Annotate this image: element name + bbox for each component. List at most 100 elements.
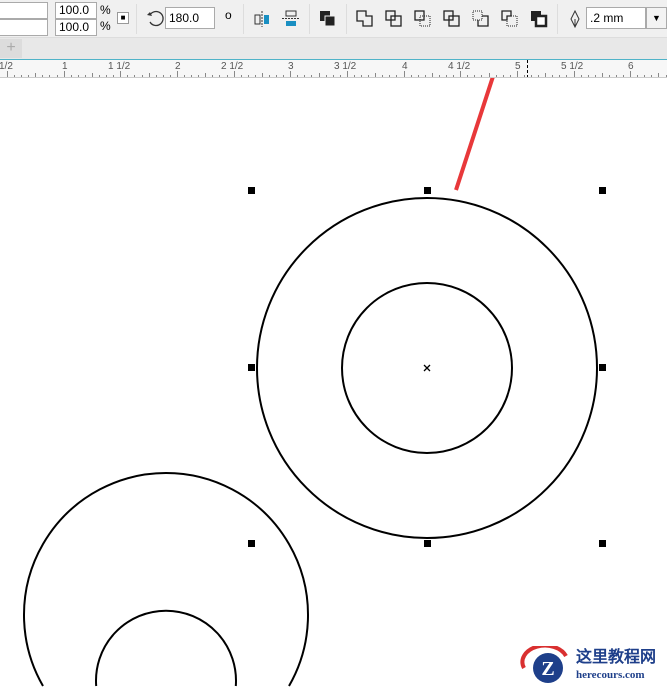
simplify-icon[interactable]: [443, 10, 461, 28]
percent-label: %: [100, 3, 111, 17]
drawing-canvas[interactable]: [0, 78, 667, 688]
ruler-tick: [247, 75, 249, 77]
ruler-tick: [424, 75, 426, 77]
ruler-tick: [120, 71, 122, 77]
selection-handles[interactable]: [248, 187, 606, 547]
add-page-icon[interactable]: +: [0, 39, 22, 58]
ruler-tick: [49, 75, 51, 77]
ruler-tick: [233, 71, 235, 77]
outline-width-input[interactable]: .2 mm: [586, 7, 646, 29]
ruler-tick: [467, 75, 469, 77]
ruler-tick: [297, 75, 299, 77]
ruler-tick: [269, 75, 270, 77]
ruler-tick: [545, 73, 547, 77]
ruler-tick: [127, 75, 129, 77]
mirror-horizontal-icon[interactable]: [253, 10, 271, 28]
ruler-label: 4 1/2: [448, 61, 471, 72]
ruler-tick: [594, 75, 596, 77]
ruler-tick: [615, 75, 617, 77]
ruler-tick: [658, 73, 660, 77]
intersect-icon[interactable]: [414, 10, 432, 28]
weld-icon[interactable]: [356, 10, 374, 28]
trim-icon[interactable]: [385, 10, 403, 28]
ruler-tick: [290, 71, 292, 77]
rotation-input[interactable]: 180.0: [165, 7, 215, 29]
ruler-tick: [474, 75, 476, 77]
ruler-tick: [311, 75, 313, 77]
ruler-tick: [283, 75, 285, 77]
ruler-label: 5 1/2: [561, 61, 584, 72]
ruler-tick: [410, 75, 412, 77]
ruler-tick: [630, 71, 632, 77]
scale-x-input[interactable]: 100.0: [55, 2, 97, 19]
cursor-marker: [527, 60, 528, 77]
percent-label: %: [100, 19, 111, 33]
front-minus-back-icon[interactable]: [472, 10, 490, 28]
ruler-tick: [21, 75, 23, 77]
ruler-tick: [191, 75, 193, 77]
ruler-tick: [502, 75, 504, 77]
ruler-tick: [113, 75, 115, 77]
boundary-icon[interactable]: [530, 10, 548, 28]
ruler-tick: [438, 75, 440, 77]
ruler-tick: [176, 71, 178, 77]
red-arrow-annotation: [454, 78, 495, 191]
ruler-tick: [566, 75, 568, 77]
width-field[interactable]: [0, 2, 48, 19]
ruler-tick: [460, 71, 462, 77]
ruler-tick: [56, 75, 58, 77]
ruler-tick: [601, 73, 603, 77]
ruler-tick: [353, 75, 355, 77]
ruler-tick: [396, 75, 398, 77]
center-marker-icon: [423, 364, 431, 372]
watermark: Z 这里教程网 herecours.com: [518, 643, 667, 688]
ruler-tick: [332, 75, 334, 77]
back-minus-front-icon[interactable]: [501, 10, 519, 28]
ruler-tick: [531, 75, 532, 77]
ruler-tick: [70, 75, 72, 77]
ruler-tick: [155, 75, 157, 77]
ruler-tick: [389, 75, 391, 77]
height-field[interactable]: [0, 19, 48, 36]
ruler-tick: [184, 75, 186, 77]
mirror-vertical-icon[interactable]: [282, 10, 300, 28]
ruler-tick: [318, 73, 320, 77]
scale-y-input[interactable]: 100.0: [55, 19, 97, 36]
ruler-tick: [573, 71, 575, 77]
ruler-tick: [325, 75, 327, 77]
ruler-tick: [346, 71, 348, 77]
ruler-tick: [35, 73, 37, 77]
ruler-tick: [28, 75, 30, 77]
ruler-tick: [219, 75, 221, 77]
degree-label: o: [225, 8, 232, 22]
ruler-tick: [42, 75, 44, 77]
ruler-label: 1 1/2: [108, 61, 131, 72]
dropdown-icon[interactable]: ▼: [646, 7, 667, 29]
inner-circle[interactable]: [95, 609, 237, 687]
ruler-tick: [608, 75, 610, 77]
ruler-tick: [481, 75, 483, 77]
ruler-tick: [623, 75, 625, 77]
ruler-tick: [368, 75, 370, 77]
ruler-tick: [304, 75, 306, 77]
lock-icon[interactable]: ■: [117, 12, 129, 24]
ruler-tick: [77, 75, 79, 77]
ruler-tick: [644, 75, 646, 77]
ruler-tick: [538, 75, 540, 77]
watermark-title: 这里教程网: [576, 647, 657, 666]
watermark-logo: Z: [520, 646, 568, 683]
ruler-tick: [361, 75, 363, 77]
ruler-tick: [488, 73, 490, 77]
ruler-tick: [14, 75, 16, 77]
horizontal-ruler[interactable]: 1/2 1 1 1/2 2 2 1/2 3 3 1/2 4 4 1/2 5 5 …: [0, 60, 667, 78]
arrange-icon[interactable]: [319, 10, 337, 28]
outer-circle[interactable]: [23, 472, 309, 687]
ruler-tick: [417, 75, 419, 77]
ruler-tick: [382, 75, 384, 77]
ruler-tick: [559, 75, 561, 77]
ruler-tick: [7, 71, 8, 77]
ruler-label: 3 1/2: [334, 61, 357, 72]
ruler-tick: [198, 75, 200, 77]
ruler-tick: [254, 75, 256, 77]
ruler-tick: [495, 75, 497, 77]
